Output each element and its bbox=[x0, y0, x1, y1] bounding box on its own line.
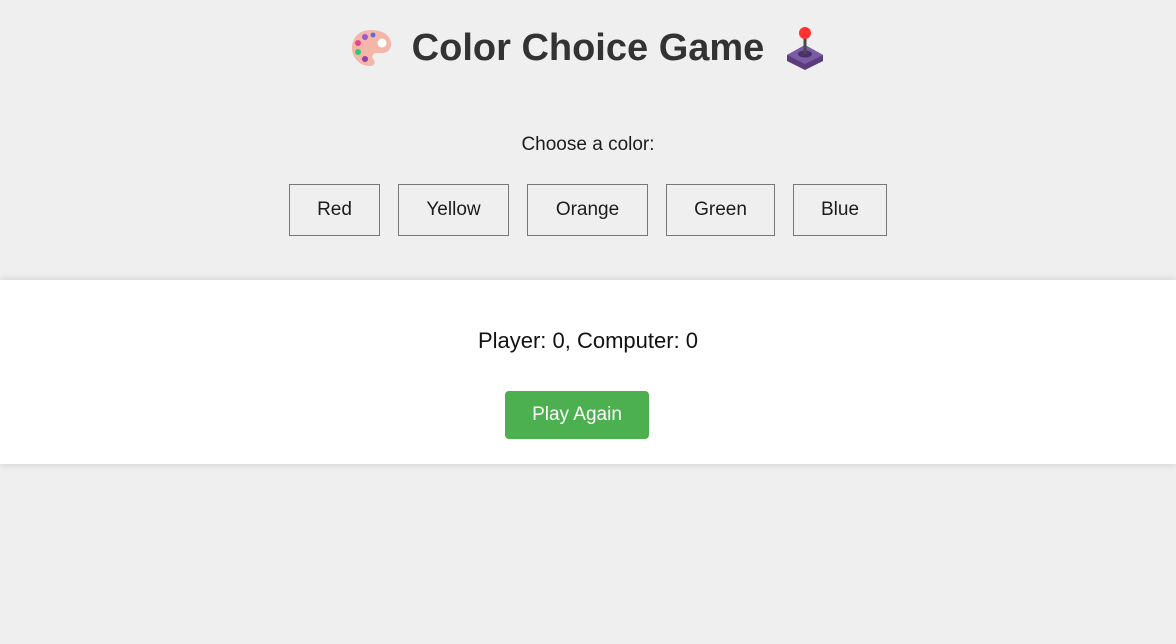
green-button[interactable]: Green bbox=[666, 184, 775, 236]
score-text: Player: 0, Computer: 0 bbox=[477, 328, 699, 353]
blue-button[interactable]: Blue bbox=[793, 184, 887, 236]
game-header: Color Choice Game bbox=[0, 22, 1176, 74]
result-panel: Player: 0, Computer: 0 Play Again bbox=[0, 280, 1176, 464]
color-choice-buttons: Red Yellow Orange Green Blue bbox=[0, 184, 1176, 236]
artist-palette-icon bbox=[351, 30, 391, 66]
choose-color-prompt: Choose a color: bbox=[521, 134, 655, 155]
red-button[interactable]: Red bbox=[289, 184, 380, 236]
yellow-button[interactable]: Yellow bbox=[398, 184, 509, 236]
play-again-button[interactable]: Play Again bbox=[505, 391, 649, 439]
joystick-icon bbox=[787, 27, 824, 70]
page-title: Color Choice Game bbox=[411, 26, 765, 69]
orange-button[interactable]: Orange bbox=[527, 184, 648, 236]
